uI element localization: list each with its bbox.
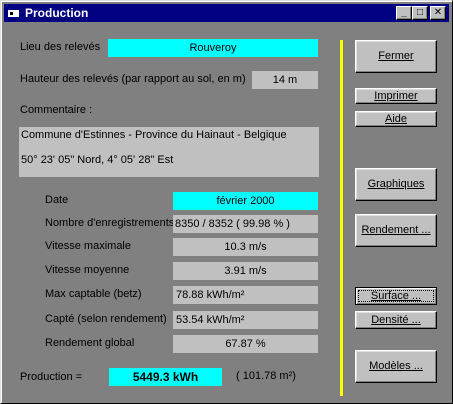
- surface-button[interactable]: Surface ...: [355, 287, 437, 305]
- window-title: Production: [25, 6, 89, 20]
- modeles-button[interactable]: Modèles ...: [355, 350, 437, 383]
- title-bar[interactable]: Production _ □ ✕: [4, 4, 449, 22]
- app-icon: [8, 8, 19, 17]
- maximize-button[interactable]: □: [412, 6, 428, 20]
- nb-enregistrements-label: Nombre d'enregistrements: [45, 217, 175, 229]
- densite-button[interactable]: Densité ...: [355, 311, 437, 329]
- commentaire-label: Commentaire :: [20, 104, 93, 116]
- comment-line: Commune d'Estinnes - Province du Hainaut…: [21, 129, 287, 141]
- capte-label: Capté (selon rendement): [45, 313, 167, 325]
- imprimer-button[interactable]: Imprimer: [355, 88, 437, 104]
- rendement-button[interactable]: Rendement ...: [355, 214, 437, 247]
- rendement-global-label: Rendement global: [45, 337, 135, 349]
- graphiques-button[interactable]: Graphiques: [355, 168, 437, 201]
- minimize-button[interactable]: _: [396, 6, 412, 20]
- production-window: Production _ □ ✕ Lieu des relevés Rouver…: [0, 0, 453, 404]
- max-captable-value: 78.88 kWh/m²: [173, 286, 318, 304]
- comment-textbox[interactable]: Commune d'Estinnes - Province du Hainaut…: [19, 127, 319, 177]
- hauteur-field[interactable]: 14 m: [252, 71, 318, 89]
- vitesse-max-value: 10.3 m/s: [173, 238, 318, 256]
- capte-value: 53.54 kWh/m²: [173, 311, 318, 329]
- fermer-button[interactable]: Fermer: [355, 40, 437, 73]
- vitesse-moyenne-value: 3.91 m/s: [173, 262, 318, 280]
- lieu-label: Lieu des relevés: [20, 41, 101, 53]
- rendement-global-value: 67.87 %: [173, 335, 318, 353]
- client-area: Lieu des relevés Rouveroy Hauteur des re…: [4, 23, 449, 401]
- vitesse-max-label: Vitesse maximale: [45, 240, 131, 252]
- hauteur-label: Hauteur des relevés (par rapport au sol,…: [20, 73, 246, 85]
- comment-line: 50° 23' 05" Nord, 4° 05' 28" Est: [21, 154, 174, 166]
- aide-button[interactable]: Aide: [355, 111, 437, 127]
- production-surface: ( 101.78 m²): [236, 370, 296, 382]
- lieu-field[interactable]: Rouveroy: [108, 39, 318, 57]
- max-captable-label: Max captable (betz): [45, 288, 142, 300]
- close-button[interactable]: ✕: [430, 6, 446, 20]
- vitesse-moyenne-label: Vitesse moyenne: [45, 264, 130, 276]
- nb-enregistrements-value: 8350 / 8352 ( 99.98 % ): [173, 215, 318, 233]
- date-field[interactable]: février 2000: [173, 192, 318, 210]
- date-label: Date: [45, 194, 69, 206]
- yellow-separator: [340, 40, 343, 396]
- production-value: 5449.3 kWh: [109, 368, 222, 386]
- production-label: Production =: [20, 371, 83, 383]
